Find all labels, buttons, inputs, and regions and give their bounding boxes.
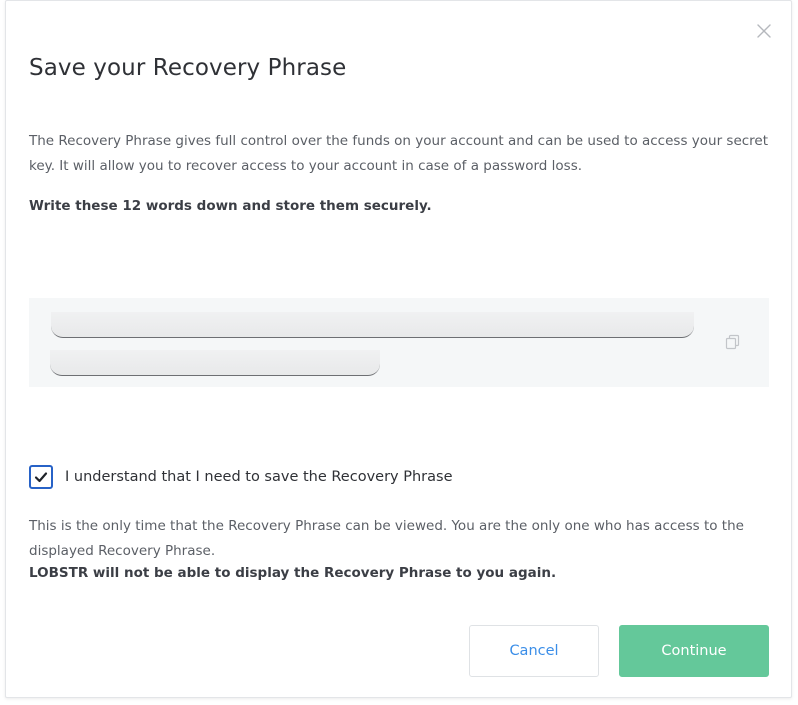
close-icon[interactable] <box>755 22 773 40</box>
continue-button[interactable]: Continue <box>619 625 769 677</box>
understand-checkbox-row[interactable]: I understand that I need to save the Rec… <box>29 463 453 491</box>
dialog-title: Save your Recovery Phrase <box>29 55 347 81</box>
checkmark-icon <box>34 472 48 483</box>
understand-checkbox[interactable] <box>29 465 53 489</box>
recovery-phrase-dialog: Save your Recovery Phrase The Recovery P… <box>5 0 792 698</box>
recovery-phrase-hidden-line <box>51 312 694 338</box>
understand-checkbox-label: I understand that I need to save the Rec… <box>65 469 453 485</box>
cancel-button[interactable]: Cancel <box>469 625 599 677</box>
viewing-note: This is the only time that the Recovery … <box>29 518 744 559</box>
recovery-phrase-hidden-line <box>50 350 380 376</box>
dialog-description: The Recovery Phrase gives full control o… <box>29 133 769 174</box>
copy-icon[interactable] <box>724 333 742 351</box>
dialog-instruction: Write these 12 words down and store them… <box>29 198 432 214</box>
viewing-warning: LOBSTR will not be able to display the R… <box>29 565 557 581</box>
recovery-phrase-box <box>29 298 769 387</box>
